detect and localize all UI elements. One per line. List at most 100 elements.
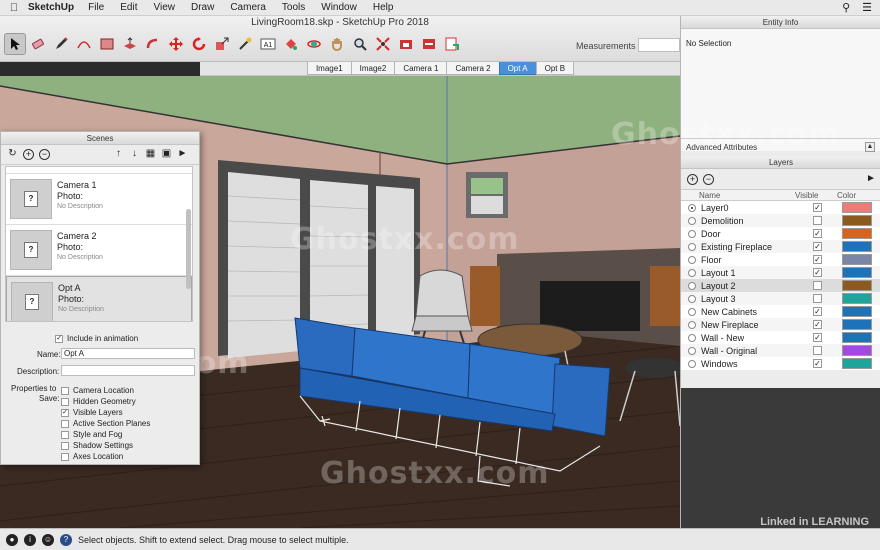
layer-visible-checkbox[interactable] bbox=[813, 294, 822, 303]
active-layer-radio[interactable] bbox=[688, 229, 696, 238]
paint-bucket-tool-button[interactable] bbox=[280, 33, 302, 55]
menu-help[interactable]: Help bbox=[373, 2, 394, 13]
layer-color-swatch[interactable] bbox=[842, 241, 872, 252]
pencil-tool-button[interactable] bbox=[50, 33, 72, 55]
active-layer-radio[interactable] bbox=[688, 320, 696, 329]
layer-color-swatch[interactable] bbox=[842, 306, 872, 317]
list-icon[interactable]: ☰ bbox=[862, 1, 872, 14]
property-row[interactable]: Hidden Geometry bbox=[61, 397, 136, 406]
tab-image2[interactable]: Image2 bbox=[350, 62, 396, 75]
tab-image1[interactable]: Image1 bbox=[306, 62, 352, 75]
add-layer-icon[interactable]: + bbox=[687, 173, 698, 185]
tab-camera-1[interactable]: Camera 1 bbox=[394, 62, 448, 75]
active-layer-radio[interactable] bbox=[688, 268, 696, 277]
property-row[interactable]: Axes Location bbox=[61, 452, 123, 461]
layer-color-swatch[interactable] bbox=[842, 293, 872, 304]
measurements-input[interactable] bbox=[638, 38, 680, 52]
layer-name[interactable]: Floor bbox=[701, 255, 805, 265]
property-checkbox[interactable]: ✓ bbox=[61, 408, 69, 417]
layer-row[interactable]: Layout 1 ✓ bbox=[681, 266, 880, 279]
layout-button[interactable] bbox=[441, 33, 463, 55]
layer-row[interactable]: Layer0 ✓ bbox=[681, 201, 880, 214]
active-layer-radio[interactable] bbox=[688, 307, 696, 316]
zoom-extents-tool-button[interactable] bbox=[372, 33, 394, 55]
layer-color-swatch[interactable] bbox=[842, 332, 872, 343]
active-layer-radio[interactable] bbox=[688, 333, 696, 342]
col-name[interactable]: Name bbox=[681, 190, 795, 200]
layer-visible-checkbox[interactable]: ✓ bbox=[813, 307, 822, 316]
property-checkbox[interactable] bbox=[61, 419, 69, 428]
layer-name[interactable]: Demolition bbox=[701, 216, 805, 226]
entity-info-title[interactable]: Entity Info bbox=[681, 16, 880, 29]
tab-camera-2[interactable]: Camera 2 bbox=[446, 62, 500, 75]
layer-color-swatch[interactable] bbox=[842, 215, 872, 226]
property-checkbox[interactable] bbox=[61, 386, 69, 395]
layer-name[interactable]: Layout 1 bbox=[701, 268, 805, 278]
layer-row[interactable]: Windows ✓ bbox=[681, 357, 880, 370]
text-tool-button[interactable]: A1 bbox=[257, 33, 279, 55]
geo-location-icon[interactable]: ● bbox=[6, 533, 18, 546]
property-row[interactable]: Style and Fog bbox=[61, 430, 122, 439]
layer-row[interactable]: Floor ✓ bbox=[681, 253, 880, 266]
tab-opt-a[interactable]: Opt A bbox=[498, 62, 537, 75]
layer-visible-checkbox[interactable] bbox=[813, 216, 822, 225]
property-checkbox[interactable] bbox=[61, 430, 69, 439]
app-menu[interactable]: SketchUp bbox=[28, 2, 74, 13]
active-layer-radio[interactable] bbox=[688, 346, 696, 355]
layer-row[interactable]: Door ✓ bbox=[681, 227, 880, 240]
apple-icon[interactable]:  bbox=[0, 2, 28, 14]
scene-item-camera-2[interactable]: ? Camera 2 Photo: No Description bbox=[6, 225, 192, 276]
layer-visible-checkbox[interactable]: ✓ bbox=[813, 203, 822, 212]
layer-color-swatch[interactable] bbox=[842, 358, 872, 369]
menu-draw[interactable]: Draw bbox=[191, 2, 214, 13]
move-tool-button[interactable] bbox=[165, 33, 187, 55]
property-row[interactable]: Camera Location bbox=[61, 386, 134, 395]
search-icon[interactable]: ⚲ bbox=[842, 1, 850, 14]
collapse-icon[interactable]: ▲ bbox=[865, 142, 875, 152]
property-row[interactable]: Shadow Settings bbox=[61, 441, 133, 450]
layer-color-swatch[interactable] bbox=[842, 202, 872, 213]
property-checkbox[interactable] bbox=[61, 452, 69, 461]
property-checkbox[interactable] bbox=[61, 397, 69, 406]
rectangle-tool-button[interactable] bbox=[96, 33, 118, 55]
layer-color-swatch[interactable] bbox=[842, 345, 872, 356]
layer-color-swatch[interactable] bbox=[842, 254, 872, 265]
layer-row[interactable]: Existing Fireplace ✓ bbox=[681, 240, 880, 253]
layer-name[interactable]: Layer0 bbox=[701, 203, 805, 213]
layer-name[interactable]: Wall - New bbox=[701, 333, 805, 343]
menu-file[interactable]: File bbox=[88, 2, 104, 13]
scale-tool-button[interactable] bbox=[211, 33, 233, 55]
active-layer-radio[interactable] bbox=[688, 203, 696, 212]
menu-edit[interactable]: Edit bbox=[120, 2, 137, 13]
layers-title[interactable]: Layers bbox=[681, 156, 880, 169]
layer-row[interactable]: Layout 2 bbox=[681, 279, 880, 292]
details-arrow-icon[interactable]: ► bbox=[177, 149, 188, 160]
credits-icon[interactable]: i bbox=[24, 533, 36, 546]
scene-item-opt-a[interactable]: ? Opt A Photo: No Description bbox=[6, 276, 192, 321]
thumbnail-icon[interactable]: ▣ bbox=[161, 149, 172, 160]
property-checkbox[interactable] bbox=[61, 441, 69, 450]
add-scene-icon[interactable]: + bbox=[23, 149, 34, 160]
scene-description-input[interactable] bbox=[61, 365, 195, 376]
layer-color-swatch[interactable] bbox=[842, 267, 872, 278]
layer-row[interactable]: New Cabinets ✓ bbox=[681, 305, 880, 318]
property-row[interactable]: Active Section Planes bbox=[61, 419, 150, 428]
active-layer-radio[interactable] bbox=[688, 242, 696, 251]
layer-visible-checkbox[interactable]: ✓ bbox=[813, 359, 822, 368]
layer-color-swatch[interactable] bbox=[842, 319, 872, 330]
layer-visible-checkbox[interactable]: ✓ bbox=[813, 268, 822, 277]
layer-row[interactable]: Wall - New ✓ bbox=[681, 331, 880, 344]
scenes-title[interactable]: Scenes bbox=[1, 132, 199, 145]
active-layer-radio[interactable] bbox=[688, 359, 696, 368]
pan-tool-button[interactable] bbox=[326, 33, 348, 55]
layer-visible-checkbox[interactable]: ✓ bbox=[813, 229, 822, 238]
col-visible[interactable]: Visible bbox=[795, 190, 833, 200]
warehouse-button[interactable] bbox=[395, 33, 417, 55]
push-pull-tool-button[interactable] bbox=[119, 33, 141, 55]
layer-name[interactable]: Wall - Original bbox=[701, 346, 805, 356]
move-up-icon[interactable]: ↑ bbox=[113, 149, 124, 160]
refresh-icon[interactable]: ↻ bbox=[7, 149, 18, 160]
layer-row[interactable]: Demolition bbox=[681, 214, 880, 227]
active-layer-radio[interactable] bbox=[688, 255, 696, 264]
layer-visible-checkbox[interactable] bbox=[813, 281, 822, 290]
